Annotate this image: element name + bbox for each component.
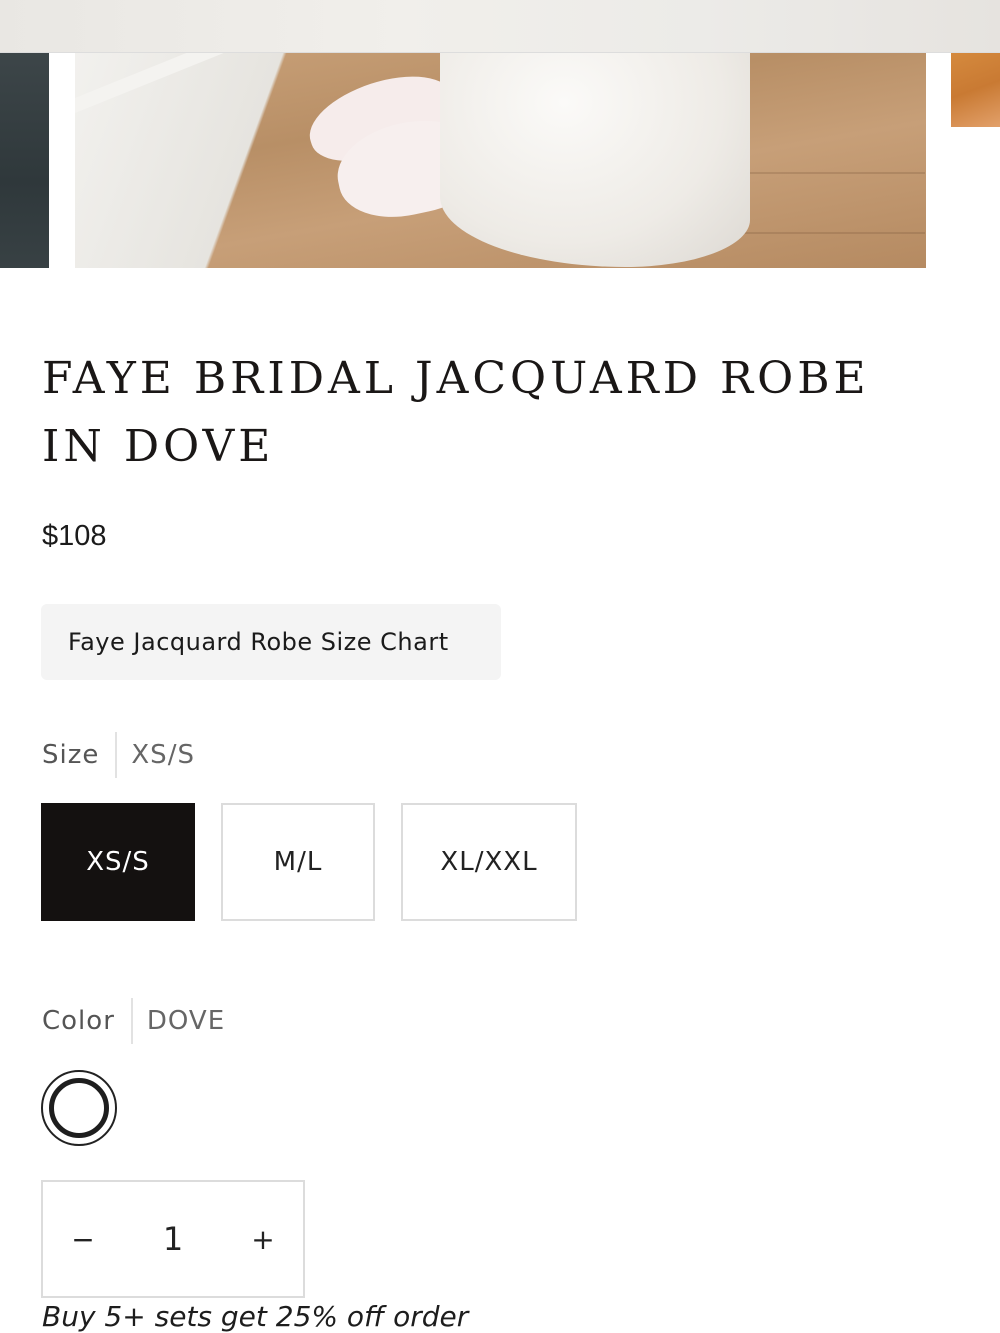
color-label-divider [130,998,133,1044]
quantity-input[interactable] [126,1208,220,1270]
gallery-main-image[interactable] [75,52,926,268]
color-swatch-fill [49,1078,109,1138]
size-option-m-l[interactable]: M/L [221,803,375,921]
size-options: XS/S M/L XL/XXL [41,803,603,921]
size-option-label: Size XS/S [42,732,195,778]
size-option-xl-xxl[interactable]: XL/XXL [401,803,577,921]
product-page: FAYE BRIDAL JACQUARD ROBE IN DOVE $108 F… [0,0,1000,1333]
color-swatch-dove[interactable] [41,1070,117,1146]
size-option-xs-s[interactable]: XS/S [41,803,195,921]
size-chart-button[interactable]: Faye Jacquard Robe Size Chart [41,604,501,680]
size-label: Size [42,740,100,770]
size-label-divider [115,732,118,778]
gallery-top-overlay [0,0,1000,52]
gallery-next-image[interactable] [951,52,1000,127]
product-title: FAYE BRIDAL JACQUARD ROBE IN DOVE [42,353,870,472]
quantity-increment-button[interactable]: + [223,1182,303,1296]
color-option-label: Color DOVE [42,998,225,1044]
quantity-decrement-button[interactable]: − [43,1182,123,1296]
promo-text: Buy 5+ sets get 25% off order [42,1300,469,1333]
color-label: Color [42,1006,115,1036]
size-selected-value: XS/S [131,740,195,770]
quantity-stepper: − + [41,1180,305,1298]
image-robe [440,52,750,267]
color-selected-value: DOVE [146,1006,226,1036]
gallery-prev-image[interactable] [0,52,49,268]
product-price: $108 [42,520,107,552]
